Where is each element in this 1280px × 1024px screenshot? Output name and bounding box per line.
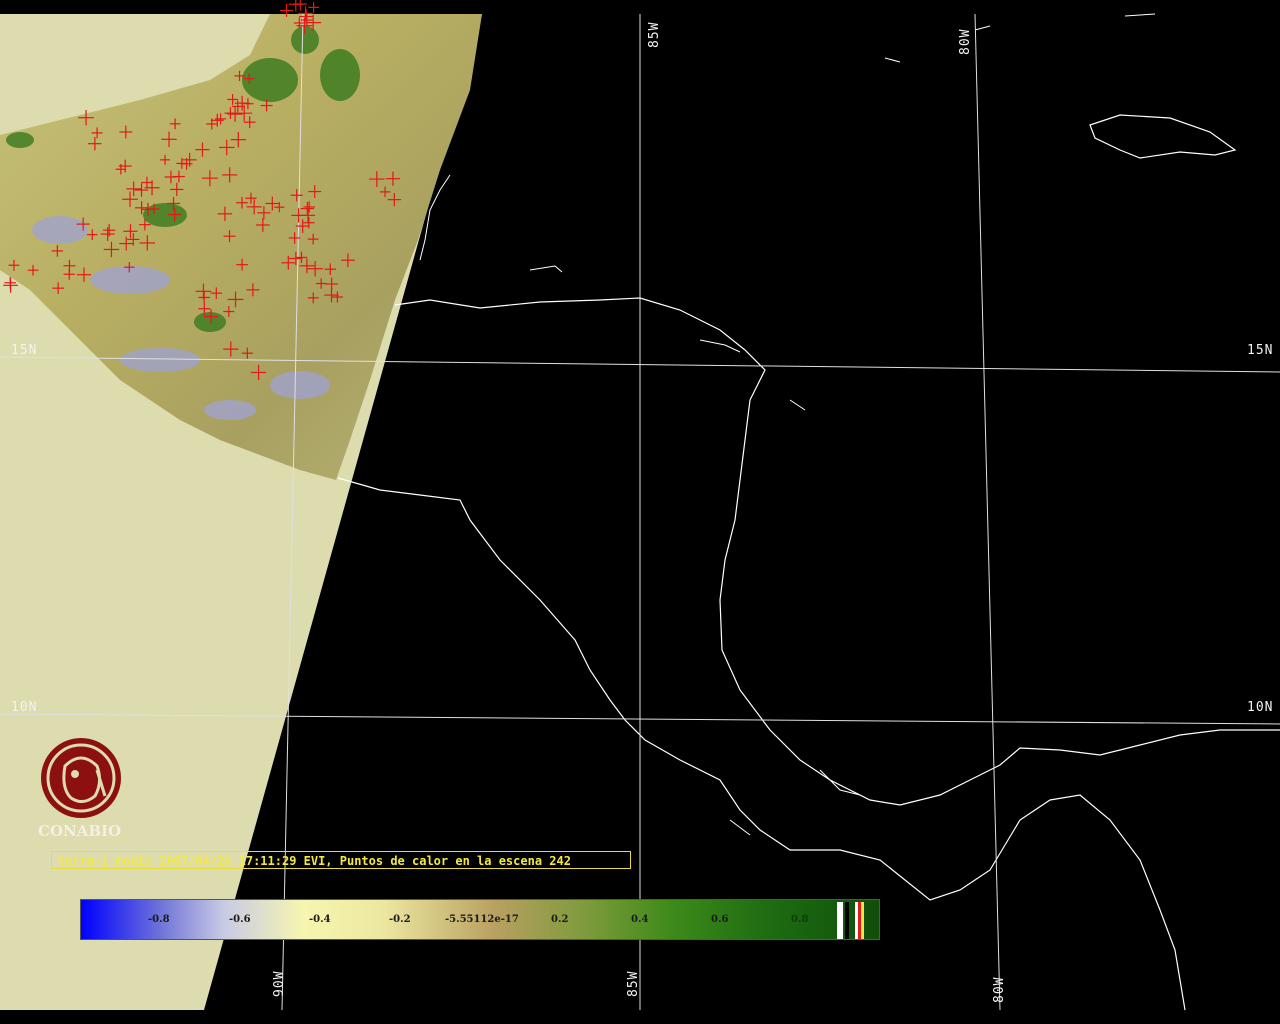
island-jamaica: [1089, 114, 1237, 159]
hotspot-marker: [308, 1, 320, 13]
conabio-logo-text: CONABIO: [38, 822, 122, 840]
conabio-logo-icon: [41, 738, 121, 818]
colorbar-tick: 0.4: [631, 914, 649, 925]
label-left-15n: 15N: [11, 343, 38, 358]
map-canvas: [0, 0, 1280, 1011]
colorbar-swatch-white: [837, 902, 843, 939]
label-bottom-90w: 90W: [272, 970, 287, 997]
scene-caption: terra-1 modis 2007/04/26 17:11:29 EVI, P…: [51, 851, 631, 869]
colorbar-swatch-yellow: [861, 902, 864, 939]
label-bottom-80w: 80W: [992, 976, 1007, 1003]
label-right-15n: 15N: [1247, 343, 1274, 358]
label-left-10n: 10N: [11, 700, 38, 715]
colorbar-tick: -0.2: [389, 914, 411, 925]
colorbar-swatch-black: [845, 902, 849, 939]
satellite-map: 85W 80W 15N 15N 10N 10N 90W 85W 80W CONA…: [0, 0, 1280, 1024]
label-top-80w: 80W: [958, 28, 973, 55]
label-top-85w: 85W: [647, 21, 662, 48]
label-right-10n: 10N: [1247, 700, 1274, 715]
small-islands: [529, 13, 1156, 836]
colorbar-tick: -0.6: [229, 914, 251, 925]
label-bottom-85w: 85W: [626, 970, 641, 997]
colorbar-tick: 0.8: [791, 914, 809, 925]
colorbar-tick: 0.6: [711, 914, 729, 925]
colorbar-tick: -0.4: [309, 914, 331, 925]
colorbar-tick: 0.2: [551, 914, 569, 925]
coastline-central-america: [394, 297, 1280, 806]
evi-colorbar: -0.8 -0.6 -0.4 -0.2 -5.55112e-17 0.2 0.4…: [80, 899, 880, 940]
colorbar-tick: -5.55112e-17: [445, 914, 519, 925]
colorbar-tick: -0.8: [148, 914, 170, 925]
